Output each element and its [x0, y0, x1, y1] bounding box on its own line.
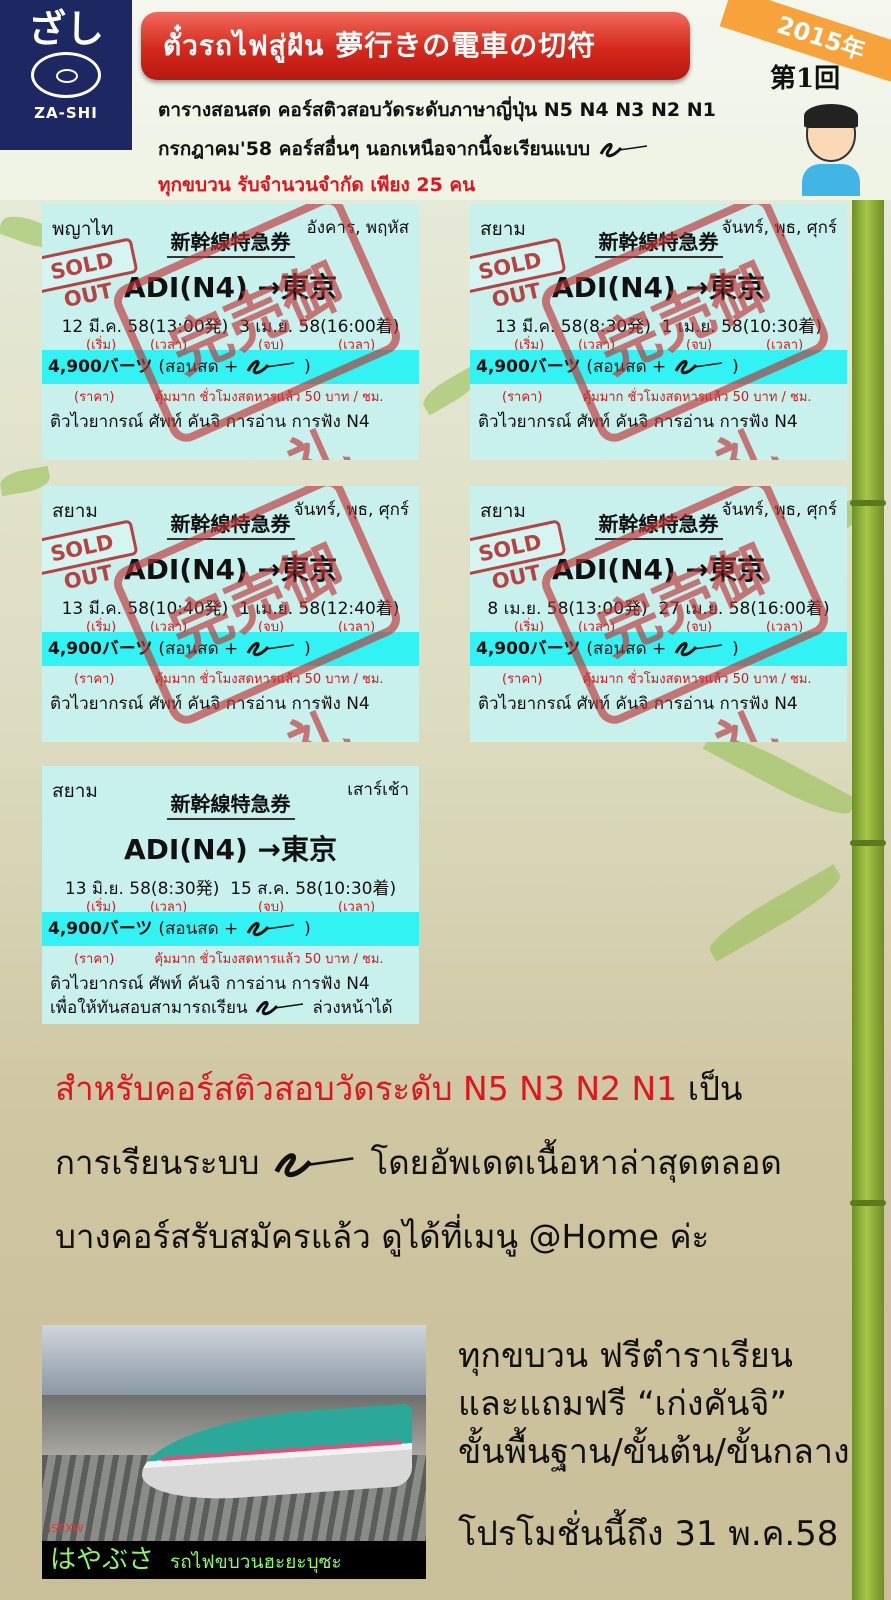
ticket-card: สยาม จันทร์, พุธ, ศุกร์ 新幹線特急券 ADI(N4) →…	[42, 486, 419, 742]
sensation-logo-icon	[674, 360, 723, 375]
ticket-card: สยาม เสาร์เช้า 新幹線特急券 ADI(N4) →東京 13 มิ.…	[42, 766, 419, 1024]
bamboo-stalk	[850, 200, 886, 1600]
zashi-logo: ざし ZA-SHI	[0, 0, 132, 150]
card-price-sub: (ราคา) คุ้มมาก ชั่วโมงสดหารแล้ว 50 บาท / …	[74, 672, 384, 687]
sensation-logo-icon	[274, 1152, 354, 1177]
card-ticket-kanji: 新幹線特急券	[42, 788, 419, 820]
header-line-1: ตารางสอนสด คอร์สติวสอบวัดระดับภาษาญี่ปุ่…	[158, 99, 716, 121]
train-photo: JSEXW はやぶさ รถไฟขบวนฮะยะบุซะ	[42, 1325, 426, 1579]
logo-kanji: ざし	[27, 6, 104, 51]
card-route: ADI(N4) →東京	[123, 833, 338, 866]
card-subject: ติวไวยากรณ์ ศัพท์ คันจิ การอ่าน การฟัง N…	[50, 974, 370, 994]
sensation-logo-icon	[255, 1001, 304, 1016]
sensation-logo-icon	[246, 360, 295, 375]
card-price-sub: (ราคา) คุ้มมาก ชั่วโมงสดหารแล้ว 50 บาท / …	[74, 952, 384, 967]
photo-credit: JSEXW	[48, 1522, 84, 1535]
ticket-card: สยาม จันทร์, พุธ, ศุกร์ 新幹線特急券 ADI(N4) →…	[470, 204, 847, 460]
promo-line-1: ทุกขบวน ฟรีตำราเรียน	[458, 1336, 793, 1376]
header-line-3: ทุกขบวน รับจำนวนจำกัด เพียง 25 คน	[158, 174, 476, 196]
header-line-2: กรกฎาคม'58 คอร์สอื่นๆ นอกเหนือจากนี้จะเร…	[158, 134, 651, 164]
card-price: 4,900バーツ (สอนสด + )	[470, 350, 847, 384]
card-subject: ติวไวยากรณ์ ศัพท์ คันจิ การอ่าน การฟัง N…	[478, 412, 798, 432]
logo-text: ZA-SHI	[34, 104, 98, 122]
header: ざし ZA-SHI ตั๋วรถไฟสู่ฝัน 夢行きの電車の切符 2015年…	[0, 0, 891, 200]
round-label: 第1回	[770, 64, 841, 94]
card-price: 4,900バーツ (สอนสด + )	[42, 912, 419, 946]
card-subject: ติวไวยากรณ์ ศัพท์ คันจิ การอ่าน การฟัง N…	[50, 412, 370, 432]
photo-caption: はやぶさ รถไฟขบวนฮะยะบุซะ	[42, 1541, 426, 1579]
sensation-logo-icon	[674, 642, 723, 657]
card-price-sub: (ราคา) คุ้มมาก ชั่วโมงสดหารแล้ว 50 บาท / …	[502, 390, 812, 405]
ticket-card: สยาม จันทร์, พุธ, ศุกร์ 新幹線特急券 ADI(N4) →…	[470, 486, 847, 742]
promo-line-4: โปรโมชั่นนี้ถึง 31 พ.ค.58	[458, 1514, 839, 1554]
card-price: 4,900バーツ (สอนสด + )	[42, 350, 419, 384]
page-title: ตั๋วรถไฟสู่ฝัน 夢行きの電車の切符	[141, 12, 690, 80]
sensation-logo-icon	[599, 142, 647, 157]
promo-line-2: และแถมฟรี “เก่งคันจิ”	[458, 1384, 788, 1424]
card-subject: ติวไวยากรณ์ ศัพท์ คันจิ การอ่าน การฟัง N…	[50, 694, 370, 714]
sensation-logo-icon	[246, 922, 295, 937]
pig-icon	[31, 52, 101, 98]
card-price: 4,900バーツ (สอนสด + )	[42, 632, 419, 666]
avatar	[800, 100, 862, 196]
ticket-card: พญาไท อังคาร, พฤหัส 新幹線特急券 ADI(N4) →東京 1…	[42, 204, 419, 460]
card-price: 4,900バーツ (สอนสด + )	[470, 632, 847, 666]
info-line-2: การเรียนระบบ โดยอัพเดตเนื้อหาล่าสุดตลอด	[55, 1143, 782, 1182]
card-subject: ติวไวยากรณ์ ศัพท์ คันจิ การอ่าน การฟัง N…	[478, 694, 798, 714]
info-line-3: บางคอร์สรับสมัครแล้ว ดูได้ที่เมนู @Home …	[55, 1217, 710, 1256]
info-line-1: สำหรับคอร์สติวสอบวัดระดับ N5 N3 N2 N1 เป…	[55, 1069, 743, 1108]
card-extra-note: เพื่อให้ทันสอบสามารถเรียน ล่วงหน้าได้	[50, 998, 393, 1018]
promo-line-3: ขั้นพื้นฐาน/ขั้นต้น/ขั้นกลาง	[458, 1432, 850, 1472]
card-price-sub: (ราคา) คุ้มมาก ชั่วโมงสดหารแล้ว 50 บาท / …	[74, 390, 384, 405]
sensation-logo-icon	[246, 642, 295, 657]
header-line-2-text: กรกฎาคม'58 คอร์สอื่นๆ นอกเหนือจากนี้จะเร…	[158, 138, 591, 160]
card-price-sub: (ราคา) คุ้มมาก ชั่วโมงสดหารแล้ว 50 บาท / …	[502, 672, 812, 687]
